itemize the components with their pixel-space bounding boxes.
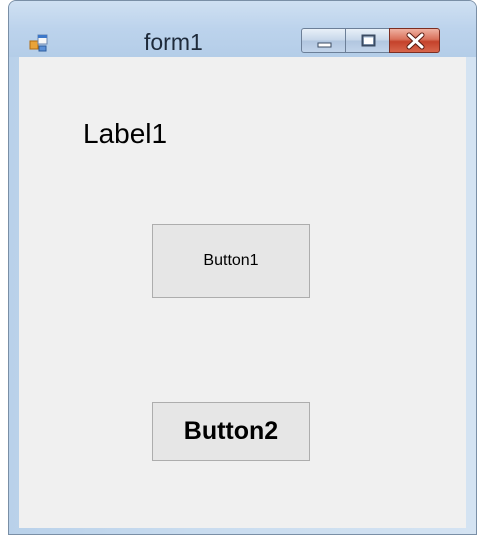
maximize-button[interactable] (345, 28, 390, 53)
close-icon (406, 32, 425, 50)
label1: Label1 (83, 118, 168, 149)
form-client-area: Label1 Button1 Button2 (19, 57, 466, 528)
maximize-icon (361, 34, 376, 47)
form-app-icon[interactable] (29, 33, 49, 53)
close-button[interactable] (389, 28, 440, 53)
minimize-button[interactable] (301, 28, 346, 53)
window-title: form1 (144, 29, 203, 55)
button1[interactable]: Button1 (152, 224, 310, 298)
form-window: form1 Label1 Button1 Button2 (8, 0, 477, 535)
title-bar[interactable]: form1 (9, 1, 476, 57)
minimize-icon (317, 42, 332, 48)
button2[interactable]: Button2 (152, 402, 310, 461)
